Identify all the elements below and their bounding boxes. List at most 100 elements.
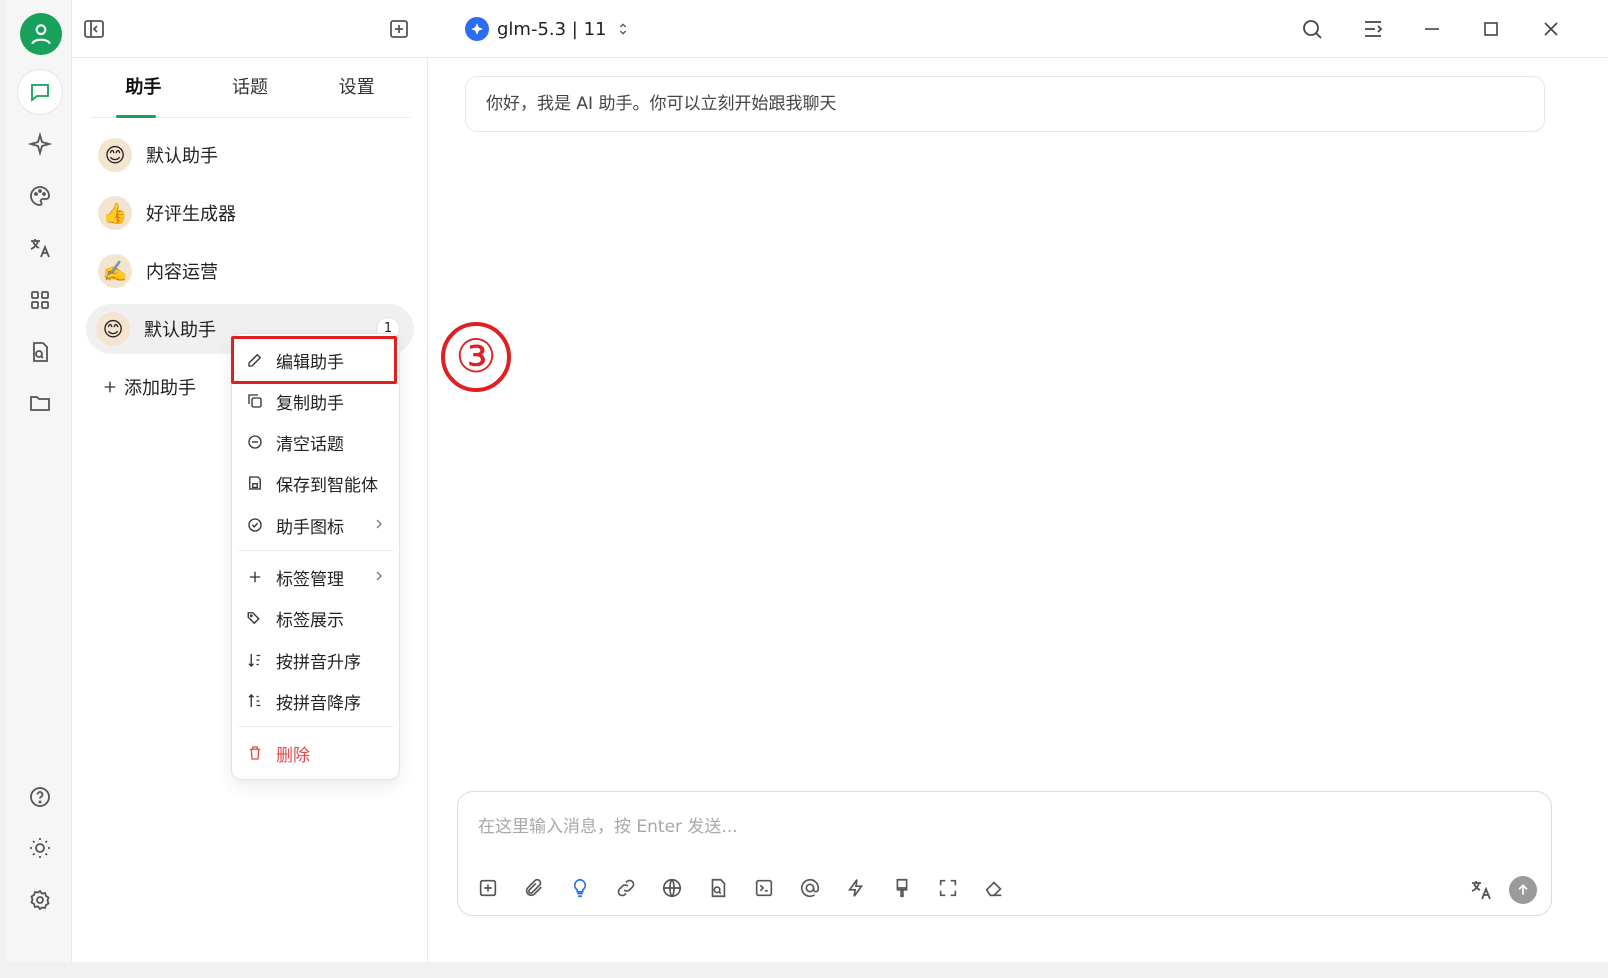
menu-item-copy-assistant[interactable]: 复制助手 <box>232 381 401 421</box>
palette-icon <box>30 186 50 206</box>
assistant-item[interactable]: 😊 默认助手 <box>88 130 414 180</box>
menu-item-label: 标签管理 <box>276 569 344 590</box>
help-button[interactable] <box>18 775 62 819</box>
folder-nav-button[interactable] <box>18 381 62 425</box>
grid-icon <box>31 291 49 309</box>
settings-button[interactable] <box>18 878 62 922</box>
link-icon[interactable] <box>614 876 638 900</box>
minus-circle-icon <box>248 435 262 449</box>
assistant-emoji-icon: 😊 <box>98 138 132 172</box>
menu-item-label: 复制助手 <box>276 393 344 414</box>
search-icon[interactable] <box>1299 16 1325 42</box>
menu-item-label: 按拼音升序 <box>276 652 361 673</box>
menu-item-assistant-icon[interactable]: 助手图标 <box>232 505 401 545</box>
menu-item-sort-descending[interactable]: 按拼音降序 <box>232 681 401 721</box>
plus-icon <box>249 571 261 583</box>
menu-item-label: 删除 <box>276 745 310 766</box>
attachment-icon[interactable] <box>522 876 546 900</box>
tab-assistants[interactable]: 助手 <box>90 68 197 118</box>
agents-nav-button[interactable] <box>18 122 62 166</box>
maximize-icon[interactable] <box>1478 16 1504 42</box>
assistant-item[interactable]: 👍 好评生成器 <box>88 188 414 238</box>
menu-item-clear-topics[interactable]: 清空话题 <box>232 422 401 462</box>
globe-icon[interactable] <box>660 876 684 900</box>
menu-item-sort-ascending[interactable]: 按拼音升序 <box>232 640 401 680</box>
composer-toolbar <box>476 876 1006 900</box>
new-topic-icon[interactable] <box>386 16 412 42</box>
sort-desc-icon <box>248 694 261 707</box>
menu-item-label: 保存到智能体 <box>276 475 378 496</box>
add-assistant-button[interactable]: 添加助手 <box>102 374 196 400</box>
help-icon <box>30 787 50 807</box>
window-bottom-edge <box>0 962 1608 978</box>
menu-item-label: 按拼音降序 <box>276 693 361 714</box>
sparkle-icon <box>28 132 52 156</box>
eraser-icon[interactable] <box>982 876 1006 900</box>
layout-icon[interactable] <box>1360 16 1386 42</box>
assistant-emoji-icon: 😊 <box>96 312 130 346</box>
trash-icon <box>249 746 261 760</box>
icon-rail <box>7 0 72 962</box>
chat-nav-button[interactable] <box>18 70 62 114</box>
folder-icon <box>30 396 50 411</box>
user-avatar[interactable] <box>20 13 62 55</box>
chevron-right-icon <box>376 519 382 529</box>
tab-topics[interactable]: 话题 <box>197 68 304 117</box>
save-icon <box>249 476 261 490</box>
message-input[interactable]: 在这里输入消息，按 Enter 发送... <box>478 812 738 837</box>
paint-nav-button[interactable] <box>18 174 62 218</box>
at-mention-icon[interactable] <box>798 876 822 900</box>
theme-button[interactable] <box>18 826 62 870</box>
panel-tabs: 助手 话题 设置 <box>90 68 410 118</box>
copy-icon <box>248 394 262 408</box>
apps-nav-button[interactable] <box>18 278 62 322</box>
sidebar-toggle-icon[interactable] <box>81 16 107 42</box>
model-selector[interactable]: glm-5.3 | 11 <box>465 14 631 44</box>
arrow-up-icon <box>1518 884 1528 895</box>
translate-icon[interactable] <box>1469 878 1493 902</box>
tags-icon <box>247 612 260 625</box>
assistant-context-menu: 编辑助手 复制助手 清空话题 保存到智能体 助手图标 标签管理 标签展示 按拼音… <box>231 333 400 780</box>
assistant-name: 默认助手 <box>144 320 216 341</box>
close-icon[interactable] <box>1538 16 1564 42</box>
menu-item-tag-display[interactable]: 标签展示 <box>232 598 401 638</box>
menu-item-label: 清空话题 <box>276 434 344 455</box>
menu-item-save-to-agent[interactable]: 保存到智能体 <box>232 463 401 503</box>
menu-divider <box>238 726 394 727</box>
lightning-icon[interactable] <box>844 876 868 900</box>
welcome-message: 你好，我是 AI 助手。你可以立刻开始跟我聊天 <box>465 76 1545 132</box>
chat-icon <box>31 84 49 102</box>
model-logo-icon <box>465 17 489 41</box>
minimize-icon[interactable] <box>1419 16 1445 42</box>
translate-icon <box>30 239 50 258</box>
menu-item-tag-management[interactable]: 标签管理 <box>232 557 401 597</box>
chevron-right-icon <box>376 571 382 581</box>
top-bar: glm-5.3 | 11 <box>72 0 1608 58</box>
tab-settings[interactable]: 设置 <box>303 68 410 117</box>
assistant-name: 好评生成器 <box>146 204 236 225</box>
assistant-emoji-icon: ✍️ <box>98 254 132 288</box>
files-nav-button[interactable] <box>18 330 62 374</box>
assistant-emoji-icon: 👍 <box>98 196 132 230</box>
brush-icon[interactable] <box>890 876 914 900</box>
menu-item-label: 标签展示 <box>276 610 344 631</box>
highlight-box <box>231 336 397 384</box>
assistant-name: 内容运营 <box>146 262 218 283</box>
gear-icon <box>30 889 50 911</box>
translate-nav-button[interactable] <box>18 226 62 270</box>
menu-item-label: 助手图标 <box>276 517 344 538</box>
step-marker: ③ <box>441 322 511 392</box>
chevron-updown-icon <box>619 23 626 35</box>
file-search-icon[interactable] <box>706 876 730 900</box>
add-assistant-label: 添加助手 <box>124 378 196 399</box>
check-circle-icon <box>248 518 262 532</box>
plus-icon <box>104 381 116 393</box>
fullscreen-icon[interactable] <box>936 876 960 900</box>
new-topic-icon[interactable] <box>476 876 500 900</box>
send-button[interactable] <box>1509 876 1537 904</box>
assistant-name: 默认助手 <box>146 146 218 167</box>
assistant-item[interactable]: ✍️ 内容运营 <box>88 246 414 296</box>
menu-item-delete[interactable]: 删除 <box>232 733 401 773</box>
terminal-icon[interactable] <box>752 876 776 900</box>
lightbulb-icon[interactable] <box>568 876 592 900</box>
